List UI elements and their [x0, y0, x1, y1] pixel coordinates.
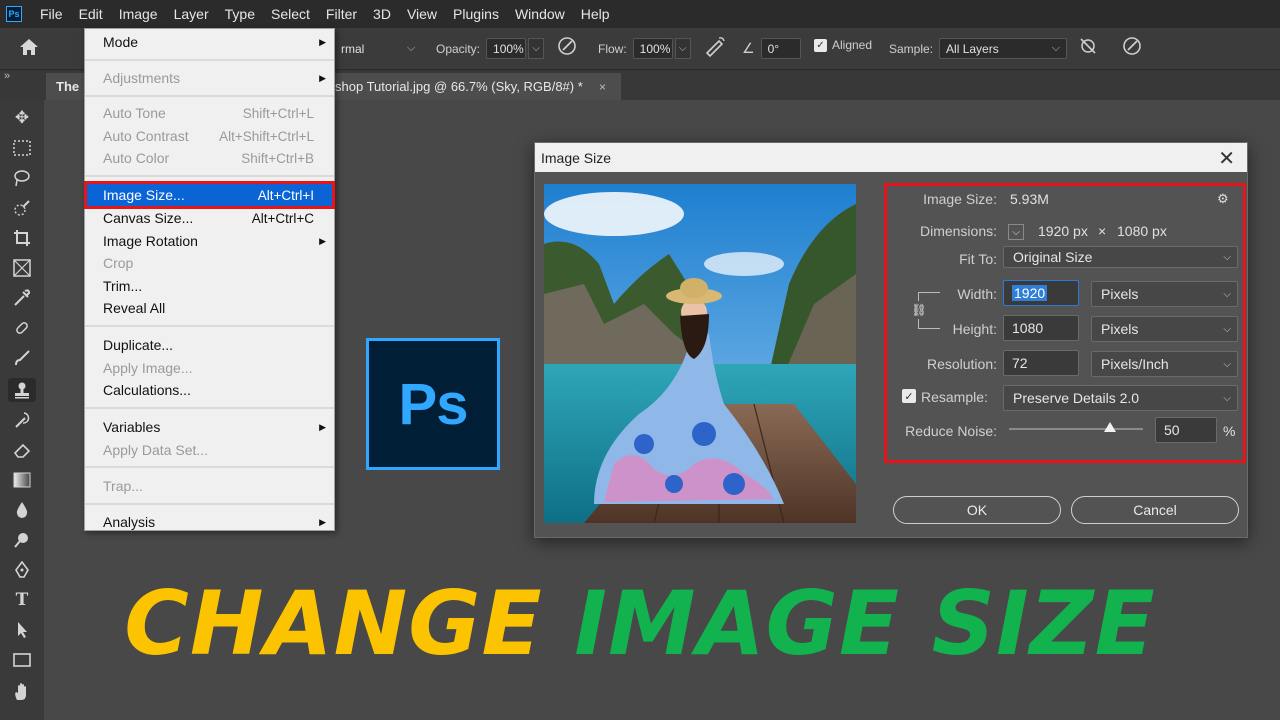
settings-highlight-box	[884, 183, 1246, 463]
hand-tool-icon[interactable]	[8, 680, 36, 704]
menu-item-analysis[interactable]: Analysis ▶	[85, 511, 334, 533]
eraser-tool-icon[interactable]	[8, 438, 36, 462]
marquee-tool-icon[interactable]	[8, 136, 36, 160]
blur-tool-icon[interactable]	[8, 498, 36, 522]
angle-field[interactable]: 0°	[760, 38, 801, 59]
close-icon[interactable]: ✕	[1218, 146, 1235, 171]
clone-stamp-tool-icon[interactable]	[8, 378, 36, 402]
image-size-dialog: Image Size ✕ Image Size: 5.93M ⚙ Dimensi…	[534, 142, 1248, 538]
opacity-dropdown[interactable]: ⌵	[528, 38, 545, 59]
ignore-adjustment-layers-icon[interactable]	[1078, 36, 1098, 56]
document-tab-title: shop Tutorial.jpg @ 66.7% (Sky, RGB/8#) …	[335, 79, 583, 94]
collapse-panels-icon[interactable]: »	[4, 70, 10, 82]
menu-select[interactable]: Select	[263, 6, 318, 22]
menu-file[interactable]: File	[32, 6, 71, 22]
sample-select[interactable]: All Layers ⌵	[939, 38, 1068, 59]
healing-brush-tool-icon[interactable]	[8, 316, 36, 340]
opacity-field[interactable]: 100%	[486, 38, 527, 59]
menu-window[interactable]: Window	[507, 6, 573, 22]
preview-photo	[544, 184, 856, 523]
menu-layer[interactable]: Layer	[166, 6, 217, 22]
mode-select[interactable]: rmal ⌵	[335, 38, 415, 59]
menu-separator	[85, 95, 334, 97]
angle-icon: ∠	[742, 40, 755, 56]
menu-separator	[85, 325, 334, 327]
menu-item-auto-color[interactable]: Auto Color Shift+Ctrl+B	[85, 147, 334, 169]
flow-label: Flow:	[598, 41, 627, 56]
photoshop-logo: Ps	[366, 338, 500, 470]
pressure-opacity-icon[interactable]	[556, 35, 578, 57]
menu-item-trap[interactable]: Trap...	[85, 475, 334, 497]
menu-item-apply-data-set[interactable]: Apply Data Set...	[85, 439, 334, 461]
menu-item-duplicate[interactable]: Duplicate...	[85, 334, 334, 356]
airbrush-icon[interactable]	[703, 35, 727, 57]
document-tab-title-start: The	[56, 79, 80, 94]
menu-plugins[interactable]: Plugins	[445, 6, 507, 22]
menu-separator	[85, 175, 334, 177]
dialog-title-bar: Image Size ✕	[535, 143, 1247, 172]
dodge-tool-icon[interactable]	[8, 528, 36, 552]
menu-separator	[85, 407, 334, 409]
menu-view[interactable]: View	[399, 6, 445, 22]
menu-separator	[85, 59, 334, 61]
caption-word-image-size: IMAGE SIZE	[574, 572, 1156, 675]
menu-type[interactable]: Type	[217, 6, 263, 22]
aligned-label: Aligned	[832, 38, 873, 52]
menu-item-image-rotation[interactable]: Image Rotation ▶	[85, 230, 334, 252]
menu-item-calculations[interactable]: Calculations...	[85, 379, 334, 401]
flow-dropdown[interactable]: ⌵	[674, 38, 691, 59]
aligned-checkbox[interactable]: ✓	[814, 38, 827, 52]
menu-item-variables[interactable]: Variables ▶	[85, 416, 334, 438]
home-icon[interactable]	[18, 37, 40, 57]
pressure-size-icon[interactable]	[1121, 35, 1143, 57]
menu-edit[interactable]: Edit	[71, 6, 111, 22]
sample-label: Sample:	[889, 41, 934, 56]
flow-field[interactable]: 100%	[632, 38, 673, 59]
ok-button[interactable]: OK	[893, 496, 1061, 524]
menu-item-auto-tone[interactable]: Auto Tone Shift+Ctrl+L	[85, 102, 334, 124]
thumbnail-caption: CHANGE IMAGE SIZE	[0, 572, 1280, 675]
menu-3d[interactable]: 3D	[365, 6, 399, 22]
menu-separator	[85, 503, 334, 505]
cancel-button[interactable]: Cancel	[1071, 496, 1239, 524]
menu-item-canvas-size[interactable]: Canvas Size... Alt+Ctrl+C	[85, 207, 334, 229]
brush-tool-icon[interactable]	[8, 346, 36, 370]
menu-separator	[85, 466, 334, 468]
image-size-highlight-box	[84, 181, 335, 209]
menu-filter[interactable]: Filter	[318, 6, 365, 22]
eyedropper-tool-icon[interactable]	[8, 286, 36, 310]
close-tab-icon[interactable]: ×	[599, 80, 606, 94]
quick-selection-tool-icon[interactable]	[8, 196, 36, 220]
menu-help[interactable]: Help	[573, 6, 618, 22]
crop-tool-icon[interactable]	[8, 226, 36, 250]
opacity-label: Opacity:	[436, 41, 481, 56]
menu-item-crop[interactable]: Crop	[85, 252, 334, 274]
menu-item-auto-contrast[interactable]: Auto Contrast Alt+Shift+Ctrl+L	[85, 125, 334, 147]
dialog-title: Image Size	[541, 149, 612, 166]
frame-tool-icon[interactable]	[8, 256, 36, 280]
caption-word-change: CHANGE	[124, 572, 543, 675]
menu-item-mode[interactable]: Mode ▶	[85, 31, 334, 53]
image-preview	[544, 184, 856, 523]
menu-item-reveal-all[interactable]: Reveal All	[85, 297, 334, 319]
menu-item-trim[interactable]: Trim...	[85, 275, 334, 297]
menu-item-adjustments[interactable]: Adjustments ▶	[85, 67, 334, 89]
gradient-tool-icon[interactable]	[8, 468, 36, 492]
menu-image[interactable]: Image	[111, 6, 166, 22]
menu-item-apply-image[interactable]: Apply Image...	[85, 357, 334, 379]
move-tool-icon[interactable]: ✥	[8, 106, 36, 130]
history-brush-tool-icon[interactable]	[8, 408, 36, 432]
menu-bar: Ps File Edit Image Layer Type Select Fil…	[0, 0, 1280, 28]
lasso-tool-icon[interactable]	[8, 166, 36, 190]
photoshop-logo-icon: Ps	[6, 6, 22, 22]
image-menu-dropdown: Mode ▶ Adjustments ▶ Auto Tone Shift+Ctrl+L…	[84, 28, 335, 531]
